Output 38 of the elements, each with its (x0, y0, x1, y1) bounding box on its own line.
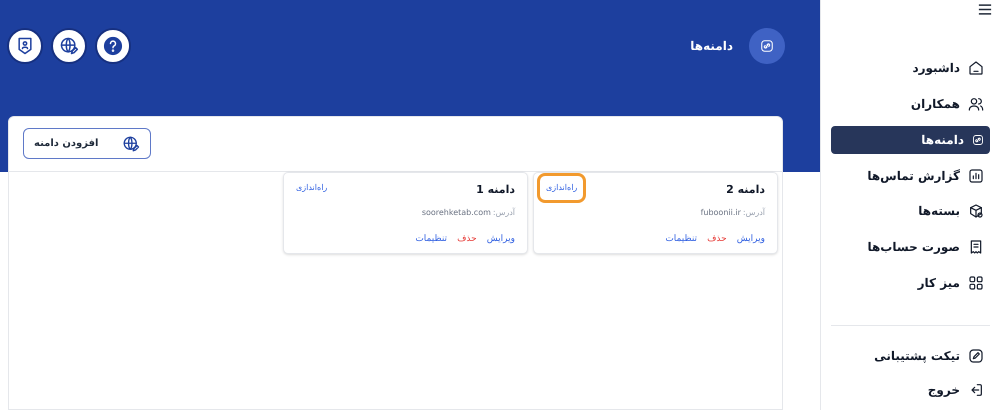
domain-name: دامنه 2 (726, 182, 765, 198)
delete-link[interactable]: حذف (707, 232, 727, 246)
globe-pencil-icon (59, 36, 79, 56)
home-icon (968, 60, 984, 76)
chart-icon (968, 168, 984, 184)
edit-link[interactable]: ویرایش (736, 232, 765, 246)
address-value: fuboonii.ir (700, 206, 741, 218)
sidebar-item[interactable]: داشبورد (831, 54, 990, 82)
pencil-icon (968, 348, 984, 364)
sidebar-item[interactable]: خروج (831, 376, 990, 404)
users-icon (968, 96, 984, 112)
receipt-icon (968, 239, 984, 256)
setup-link[interactable]: راه‌اندازی (296, 182, 328, 194)
delete-link[interactable]: حذف (457, 232, 477, 246)
domain-name: دامنه 1 (476, 182, 515, 198)
link-icon (760, 39, 774, 53)
edit-link[interactable]: ویرایش (486, 232, 515, 246)
box-icon (968, 203, 984, 220)
sidebar-item[interactable]: همکاران (831, 90, 990, 118)
menu-icon[interactable] (978, 4, 992, 15)
add-domain-button[interactable]: افزودن دامنه (23, 128, 151, 159)
sidebar-item[interactable]: صورت حساب‌ها (831, 233, 990, 262)
link-icon (972, 134, 984, 146)
sidebar-item[interactable]: دامنه‌ها (831, 126, 990, 154)
address-label: آدرس: (742, 206, 765, 218)
setup-link[interactable]: راه‌اندازی (537, 173, 586, 203)
grid-icon (968, 275, 984, 292)
address-value: soorehketab.com (422, 206, 491, 218)
settings-link[interactable]: تنظیمات (415, 232, 448, 246)
sidebar-item[interactable]: میز کار (831, 269, 990, 298)
page-title: دامنه‌ها (690, 38, 733, 55)
sidebar-item[interactable]: بسته‌ها (831, 198, 990, 226)
sidebar-item[interactable]: تیکت پشتیبانی (831, 342, 990, 370)
sidebar-item[interactable]: گزارش تماس‌ها (831, 162, 990, 190)
address-label: آدرس: (492, 206, 515, 218)
globe-pencil-icon (122, 134, 140, 152)
settings-link[interactable]: تنظیمات (665, 232, 698, 246)
help-icon (103, 36, 123, 56)
